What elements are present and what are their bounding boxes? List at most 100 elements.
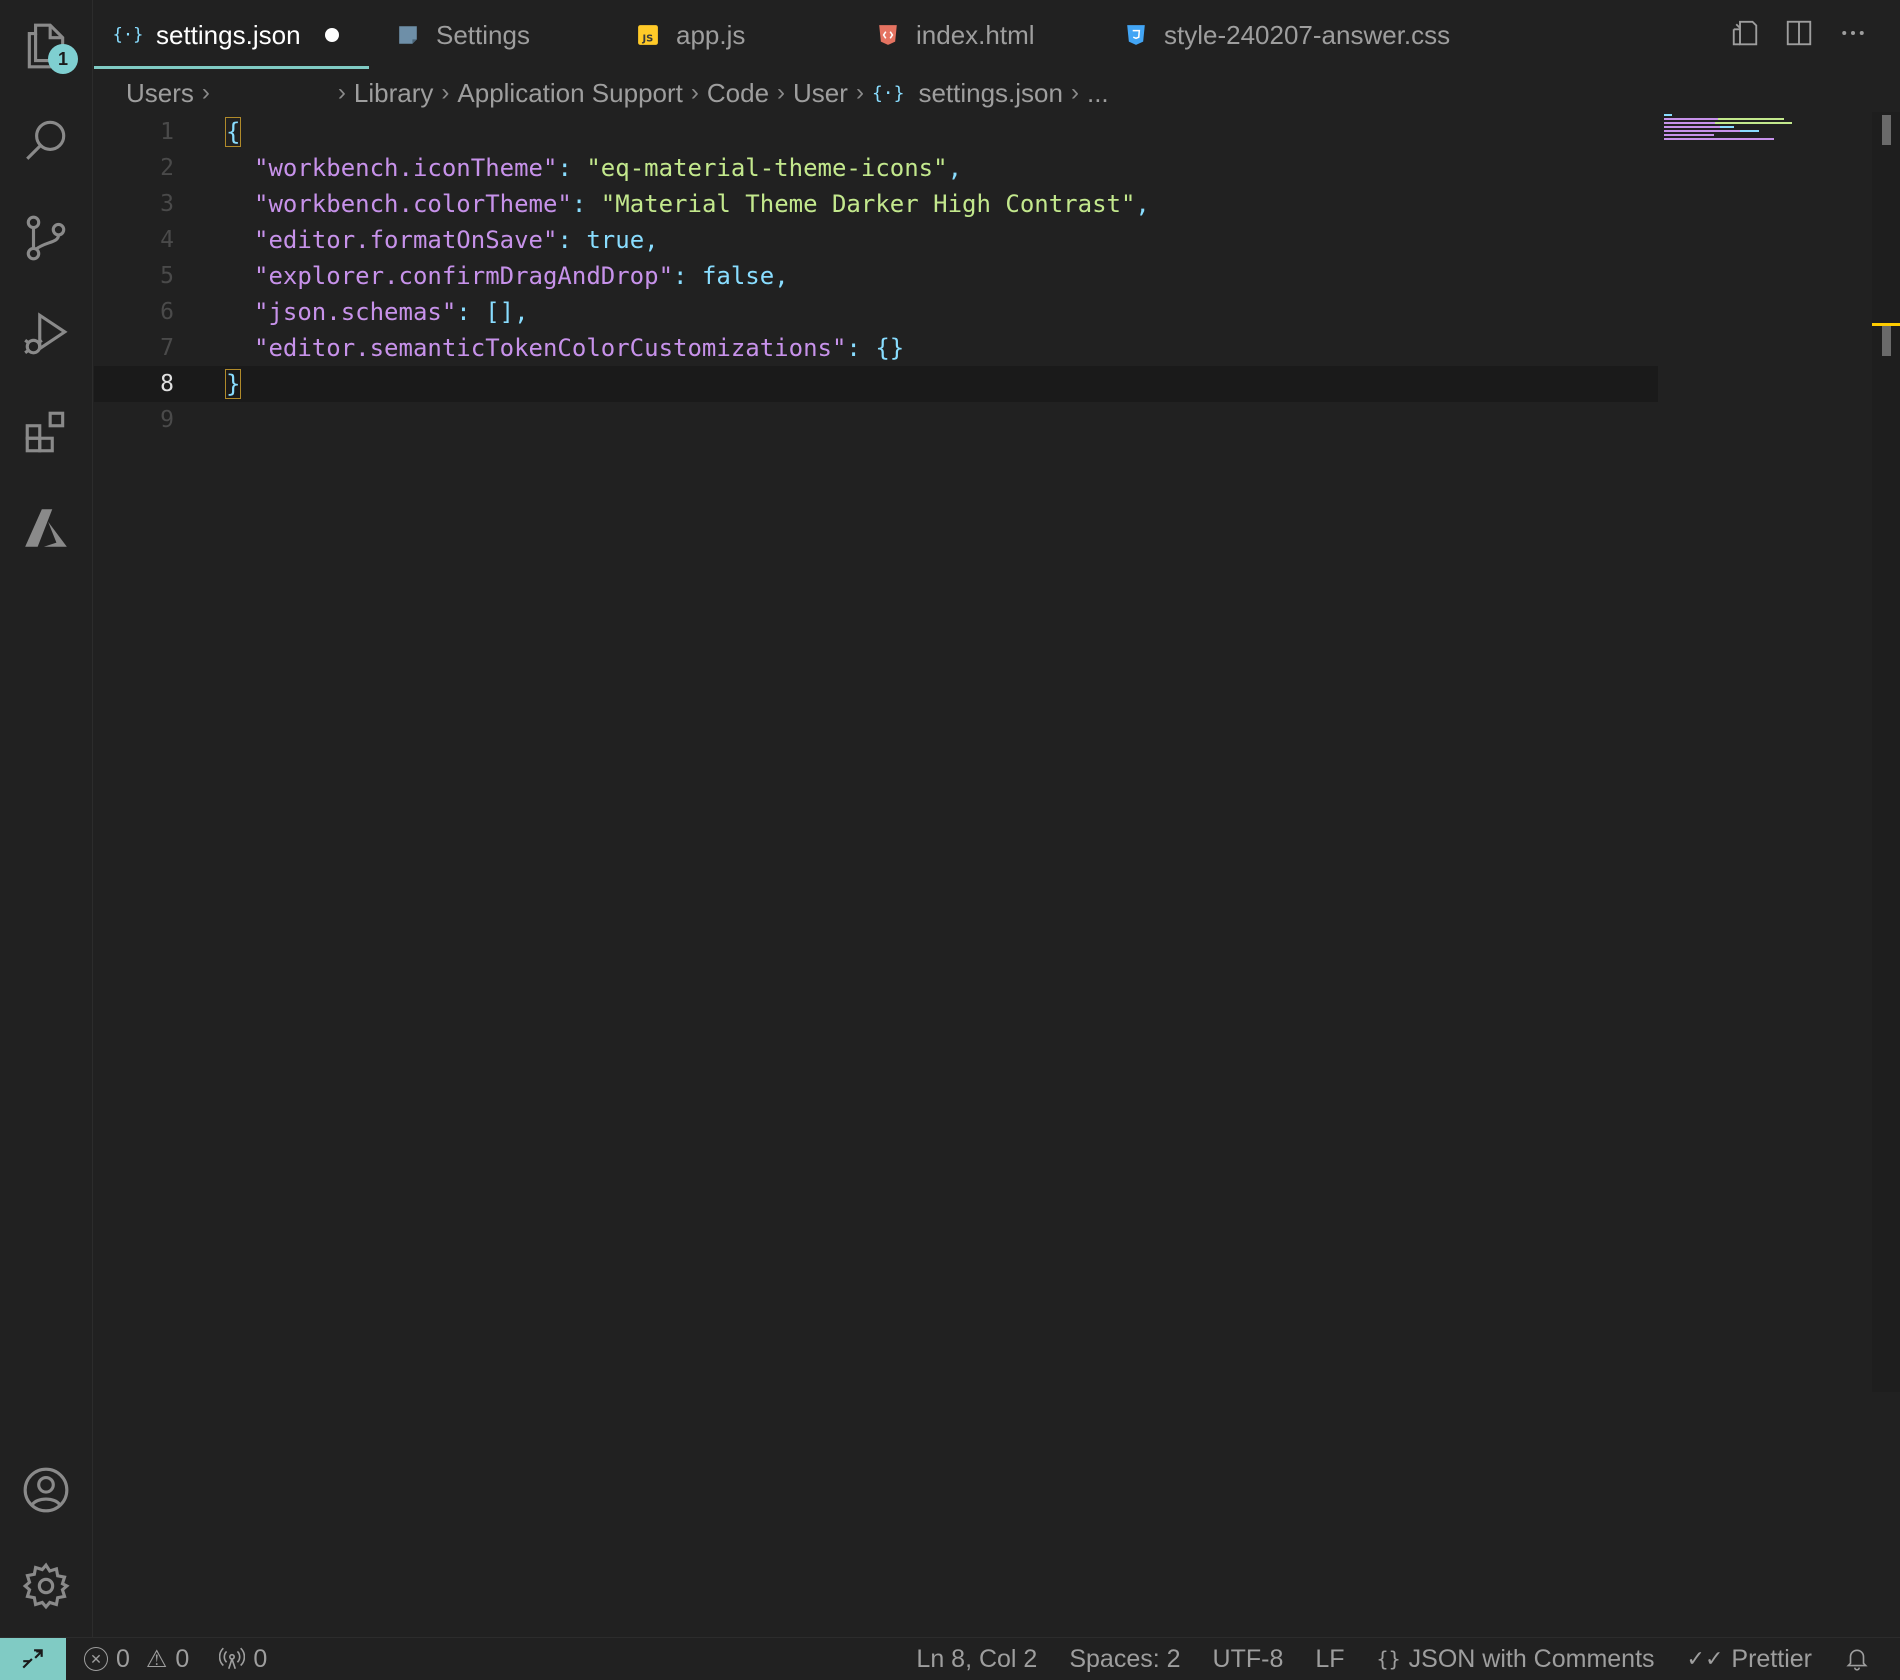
json-braces-icon: {} xyxy=(1376,1647,1401,1671)
account-icon[interactable] xyxy=(18,1462,74,1518)
scrollbar-thumb[interactable] xyxy=(1882,115,1891,145)
settings-gear-icon[interactable] xyxy=(18,1558,74,1614)
breadcrumb-item-user[interactable]: User xyxy=(793,78,848,109)
tab-label: settings.json xyxy=(156,19,301,50)
code-text: "explorer.confirmDragAndDrop": false, xyxy=(254,262,789,290)
json-string: "Material Theme Darker High Contrast" xyxy=(600,190,1136,218)
split-editor-icon[interactable] xyxy=(1782,16,1816,50)
colon: : xyxy=(557,226,587,254)
indentation[interactable]: Spaces: 2 xyxy=(1069,1645,1180,1674)
language-mode[interactable]: {} JSON with Comments xyxy=(1377,1645,1655,1674)
minimap[interactable] xyxy=(1664,114,1794,144)
html-icon xyxy=(876,23,900,47)
error-count: 0 xyxy=(116,1644,130,1673)
language-label: JSON with Comments xyxy=(1408,1644,1655,1673)
activity-bar: 1 xyxy=(0,0,93,1637)
code-line: 2 "workbench.iconTheme": "eq-material-th… xyxy=(94,150,1658,186)
breadcrumb-item-application-support[interactable]: Application Support xyxy=(457,78,682,109)
line-number: 8 xyxy=(160,371,174,397)
prettier-status[interactable]: ✓✓ Prettier xyxy=(1687,1645,1812,1674)
code-text: "json.schemas": [], xyxy=(254,298,529,326)
remote-indicator[interactable] xyxy=(0,1637,66,1680)
broadcast-icon xyxy=(219,1647,246,1670)
tab-style-css[interactable]: style-240207-answer.css xyxy=(1124,0,1450,70)
notifications-bell-icon[interactable] xyxy=(1844,1646,1870,1672)
settings-file-icon xyxy=(396,23,420,47)
breadcrumb-item-users[interactable]: Users xyxy=(126,78,194,109)
tab-label: index.html xyxy=(916,19,1035,50)
run-debug-icon[interactable] xyxy=(18,306,74,362)
svg-text:JS: JS xyxy=(642,34,654,45)
chevron-right-icon: › xyxy=(337,79,346,106)
tab-index-html[interactable]: index.html xyxy=(876,0,1035,70)
warning-icon: ⚠ xyxy=(145,1645,168,1673)
encoding[interactable]: UTF-8 xyxy=(1213,1645,1284,1674)
line-ending[interactable]: LF xyxy=(1315,1645,1344,1674)
line-number: 9 xyxy=(160,407,174,433)
extensions-icon[interactable] xyxy=(18,404,74,460)
prettier-label: Prettier xyxy=(1731,1644,1812,1673)
tab-bar: {·} settings.json Settings JS app.js ind… xyxy=(94,0,1900,70)
status-bar: ✕ 0 ⚠ 0 0 Ln 8, Col 2 Spaces: 2 UTF-8 LF… xyxy=(0,1637,1900,1680)
code-text: "workbench.colorTheme": "Material Theme … xyxy=(254,190,1150,218)
json-key: "json.schemas" xyxy=(254,298,457,326)
code-text: "editor.semanticTokenColorCustomizations… xyxy=(254,334,904,362)
colon: : xyxy=(673,262,702,290)
comma: , xyxy=(947,154,963,182)
code-line: 5 "explorer.confirmDragAndDrop": false, xyxy=(94,258,1658,294)
unsaved-dot-icon[interactable] xyxy=(324,28,339,42)
remote-icon xyxy=(22,1649,43,1669)
source-control-icon[interactable] xyxy=(18,210,74,266)
vertical-scrollbar[interactable] xyxy=(1872,112,1900,1392)
code-line: 7 "editor.semanticTokenColorCustomizatio… xyxy=(94,330,1658,366)
comma: , xyxy=(774,262,789,290)
code-editor[interactable]: 1 { 2 "workbench.iconTheme": "eq-materia… xyxy=(94,112,1874,1637)
chevron-right-icon: › xyxy=(690,79,699,106)
cursor-position[interactable]: Ln 8, Col 2 xyxy=(916,1645,1037,1674)
breadcrumb-item-settings-json[interactable]: settings.json xyxy=(918,78,1063,109)
json-key: "editor.formatOnSave" xyxy=(254,226,558,254)
search-icon[interactable] xyxy=(18,112,74,168)
open-brace: { xyxy=(224,117,242,147)
line-number: 3 xyxy=(160,191,174,217)
json-key: "editor.semanticTokenColorCustomizations… xyxy=(254,334,847,362)
json-object: {} xyxy=(875,334,905,362)
breadcrumb-item-code[interactable]: Code xyxy=(707,78,769,109)
chevron-right-icon: › xyxy=(1070,79,1079,106)
code-line: 3 "workbench.colorTheme": "Material Them… xyxy=(94,186,1658,222)
breadcrumb-item-library[interactable]: Library xyxy=(354,78,433,109)
scrollbar-thumb-lower xyxy=(1882,326,1891,356)
comma: , xyxy=(1135,190,1150,218)
azure-icon[interactable] xyxy=(18,500,74,556)
tab-settings[interactable]: Settings xyxy=(396,0,530,70)
code-line: 4 "editor.formatOnSave": true, xyxy=(94,222,1658,258)
chevron-right-icon: › xyxy=(441,79,450,106)
explorer-badge: 1 xyxy=(48,44,78,74)
code-line-current: 8 } xyxy=(94,366,1658,402)
colon: : xyxy=(557,154,587,182)
tab-settings-json[interactable]: {·} settings.json xyxy=(113,0,339,70)
tab-app-js[interactable]: JS app.js xyxy=(636,0,745,70)
code-text: "editor.formatOnSave": true, xyxy=(254,226,659,254)
close-brace: } xyxy=(224,369,242,399)
json-string: "eq-material-theme-icons" xyxy=(586,154,948,182)
line-number: 2 xyxy=(160,155,174,181)
json-key: "workbench.iconTheme" xyxy=(254,154,558,182)
json-array: [] xyxy=(485,298,515,326)
open-preview-icon[interactable] xyxy=(1728,16,1762,50)
ports-count: 0 xyxy=(253,1644,268,1673)
colon: : xyxy=(456,298,486,326)
breadcrumb-item-ellipsis[interactable]: ... xyxy=(1087,78,1109,109)
json-key: "explorer.confirmDragAndDrop" xyxy=(254,262,674,290)
line-number: 4 xyxy=(160,227,174,253)
tab-label: style-240207-answer.css xyxy=(1164,19,1451,50)
code-line: 1 { xyxy=(94,114,1658,150)
explorer-icon[interactable]: 1 xyxy=(18,18,78,74)
json-boolean: true xyxy=(586,226,645,254)
ports-indicator[interactable]: 0 xyxy=(219,1645,267,1674)
json-braces-icon: {·} xyxy=(871,82,905,104)
problems-indicator[interactable]: ✕ 0 ⚠ 0 xyxy=(84,1645,189,1674)
code-line: 9 xyxy=(94,402,1658,438)
error-icon: ✕ xyxy=(84,1647,108,1671)
more-actions-icon[interactable] xyxy=(1836,16,1870,50)
